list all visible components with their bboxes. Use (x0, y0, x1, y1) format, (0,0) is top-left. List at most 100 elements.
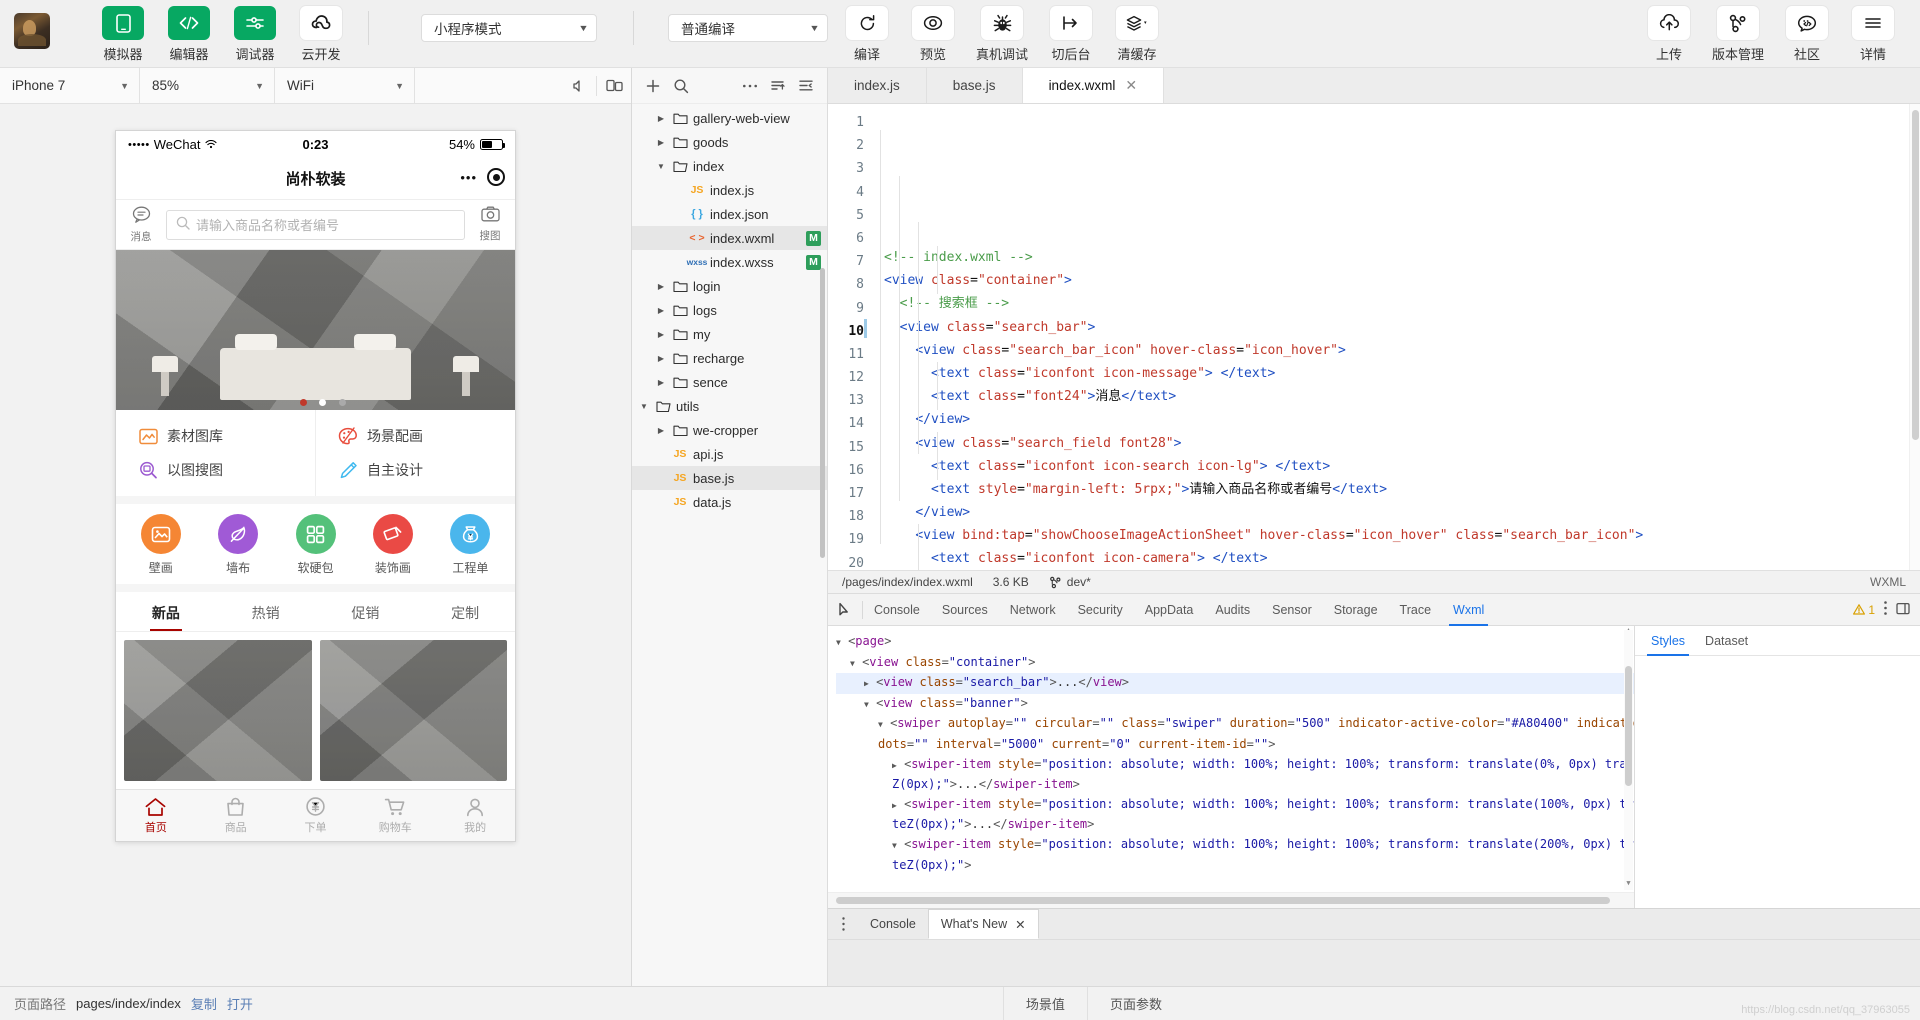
drawer-tab-console[interactable]: Console (858, 909, 928, 939)
compile-button[interactable]: 编译 (839, 6, 895, 63)
devtools-tab-console[interactable]: Console (863, 594, 931, 626)
wxml-node[interactable]: ▶ <swiper-item style="position: absolute… (836, 755, 1634, 776)
tree-file[interactable]: JS index.js (632, 178, 827, 202)
tree-folder[interactable]: ▶ sence (632, 370, 827, 394)
chevron-right-icon[interactable]: ▶ (655, 306, 667, 315)
tab-custom[interactable]: 定制 (415, 592, 515, 631)
tree-folder[interactable]: ▶ my (632, 322, 827, 346)
scroll-down-icon[interactable]: ▼ (1624, 879, 1633, 888)
tree-folder[interactable]: ▶ logs (632, 298, 827, 322)
tree-folder[interactable]: ▶ login (632, 274, 827, 298)
chevron-right-icon[interactable]: ▶ (892, 801, 897, 810)
wxml-node[interactable]: ▶ <view class="search_bar">...</view> (836, 673, 1634, 694)
editor-scrollbar[interactable] (1909, 104, 1920, 570)
product-card[interactable] (124, 640, 312, 781)
upload-button[interactable]: 上传 (1641, 6, 1697, 63)
devtools-tab-wxml[interactable]: Wxml (1442, 594, 1495, 626)
open-path-button[interactable]: 打开 (227, 994, 253, 1013)
project-avatar[interactable] (14, 13, 50, 49)
network-select[interactable]: WiFi ▼ (275, 67, 415, 104)
devtools-tab-appdata[interactable]: AppData (1134, 594, 1205, 626)
tab-promo[interactable]: 促销 (316, 592, 416, 631)
collapse-icon[interactable] (793, 73, 819, 99)
category-item-wallcloth[interactable]: 墙布 (199, 514, 276, 576)
wxml-vertical-scrollbar[interactable] (1624, 630, 1633, 890)
clear-cache-button[interactable]: 清缓存 (1109, 6, 1165, 63)
tabbar-item-cart[interactable]: 购物车 (355, 790, 435, 841)
dock-icon[interactable] (1896, 602, 1910, 618)
tree-file[interactable]: { } index.json (632, 202, 827, 226)
devtools-tab-network[interactable]: Network (999, 594, 1067, 626)
close-capsule-icon[interactable] (487, 168, 505, 186)
tree-file[interactable]: wxss index.wxss M (632, 250, 827, 274)
tree-file[interactable]: JS api.js (632, 442, 827, 466)
wxml-node[interactable]: ▼ <swiper autoplay="" circular="" class=… (836, 714, 1634, 735)
tab-new[interactable]: 新品 (116, 592, 216, 631)
wxml-node[interactable]: ▼ <view class="banner"> (836, 694, 1634, 715)
rotate-icon[interactable] (597, 68, 631, 104)
sort-icon[interactable] (765, 73, 791, 99)
tree-folder[interactable]: ▶ recharge (632, 346, 827, 370)
wxml-tree-pane[interactable]: ▼ <page> ▼ <view class="container"> ▶ <vie… (828, 626, 1634, 908)
chevron-right-icon[interactable]: ▶ (864, 679, 869, 688)
tree-folder[interactable]: ▶ gallery-web-view (632, 106, 827, 130)
quick-action-self-design[interactable]: 自主设计 (338, 453, 515, 487)
devtools-tab-storage[interactable]: Storage (1323, 594, 1389, 626)
editor-tab[interactable]: index.wxml ✕ (1022, 68, 1165, 103)
wxml-node[interactable]: ▶ <swiper-item style="position: absolute… (836, 795, 1634, 816)
more-icon[interactable] (737, 73, 763, 99)
close-icon[interactable]: ✕ (1015, 917, 1025, 932)
wxml-node[interactable]: teZ(0px);">...</swiper-item> (836, 815, 1634, 835)
wxml-node[interactable]: ▼ <swiper-item style="position: absolute… (836, 835, 1634, 856)
close-icon[interactable]: ✕ (1125, 77, 1137, 94)
wxml-node[interactable]: teZ(0px);"> (836, 856, 1634, 876)
chevron-down-icon[interactable]: ▼ (878, 720, 883, 729)
chevron-down-icon[interactable]: ▼ (850, 659, 855, 668)
tab-hot[interactable]: 热销 (216, 592, 316, 631)
chevron-down-icon[interactable]: ▼ (892, 841, 897, 850)
add-icon[interactable] (640, 73, 666, 99)
chevron-down-icon[interactable]: ▼ (655, 162, 667, 171)
tree-folder[interactable]: ▼ utils (632, 394, 827, 418)
community-button[interactable]: 社区 (1779, 6, 1835, 63)
chevron-down-icon[interactable]: ▼ (638, 402, 650, 411)
tabbar-item-goods[interactable]: 商品 (196, 790, 276, 841)
product-card[interactable] (319, 640, 507, 781)
search-input[interactable]: 请输入商品名称或者编号 (166, 209, 465, 240)
device-select[interactable]: iPhone 7 ▼ (0, 67, 140, 104)
chevron-right-icon[interactable]: ▶ (655, 138, 667, 147)
mute-icon[interactable] (562, 68, 596, 104)
tree-folder[interactable]: ▼ index (632, 154, 827, 178)
quick-action-image-search[interactable]: 以图搜图 (138, 453, 315, 487)
devtools-tab-sources[interactable]: Sources (931, 594, 999, 626)
version-control-button[interactable]: 版本管理 (1707, 6, 1769, 63)
tabbar-item-order[interactable]: 下单 (276, 790, 356, 841)
zoom-select[interactable]: 85% ▼ (140, 67, 275, 104)
chevron-down-icon[interactable]: ▼ (836, 638, 841, 647)
toolbar-button-editor[interactable]: 编辑器 (161, 6, 217, 63)
image-search-button[interactable]: 搜图 (473, 206, 507, 243)
devtools-tab-security[interactable]: Security (1067, 594, 1134, 626)
real-device-debug-button[interactable]: 真机调试 (971, 6, 1033, 63)
chevron-right-icon[interactable]: ▶ (655, 378, 667, 387)
category-item-mural[interactable]: 壁画 (122, 514, 199, 576)
tabbar-item-home[interactable]: 首页 (116, 790, 196, 841)
file-tree-scrollbar[interactable] (820, 268, 825, 558)
toolbar-button-cloud-dev[interactable]: 云开发 (293, 6, 349, 63)
file-tree-list[interactable]: ▶ gallery-web-view ▶ goods ▼ index JS index.js {… (632, 104, 827, 986)
mode-select[interactable]: 小程序模式 ▼ (421, 14, 597, 42)
scene-value-button[interactable]: 场景值 (1002, 986, 1087, 1020)
details-button[interactable]: 详情 (1845, 6, 1901, 63)
code-editor[interactable]: 1 2 3 4 5 6 7 8 9 10 11 12 13 14 15 16 17 18 19 20 <!-- ind… (828, 104, 1920, 570)
search-icon[interactable] (668, 73, 694, 99)
wxml-tree[interactable]: ▼ <page> ▼ <view class="container"> ▶ <vie… (828, 626, 1634, 875)
chevron-right-icon[interactable]: ▶ (655, 354, 667, 363)
quick-action-material-library[interactable]: 素材图库 (138, 419, 315, 453)
styles-tab-styles[interactable]: Styles (1643, 626, 1693, 656)
wxml-node[interactable]: dots="" interval="5000" current="0" curr… (836, 735, 1634, 755)
wxml-node[interactable]: ▼ <page> (836, 632, 1634, 653)
tabbar-item-mine[interactable]: 我的 (435, 790, 515, 841)
tree-folder[interactable]: ▶ goods (632, 130, 827, 154)
category-item-projectorder[interactable]: 工程单 (432, 514, 509, 576)
copy-path-button[interactable]: 复制 (191, 994, 217, 1013)
